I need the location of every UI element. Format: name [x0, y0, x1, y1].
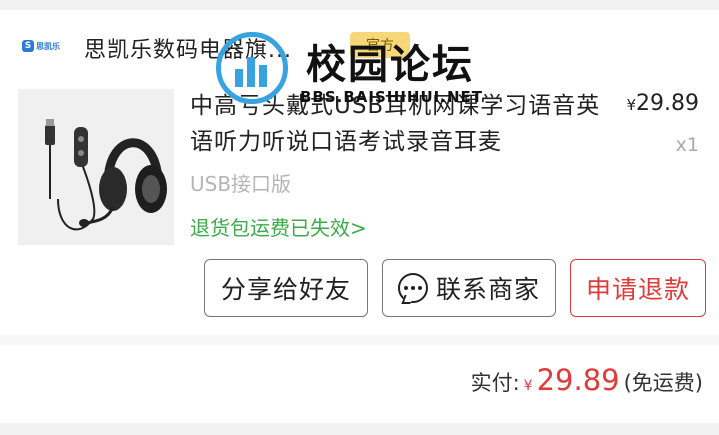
headset-image: [18, 89, 174, 245]
price-value: 29.89: [636, 91, 699, 116]
amount-paid-label: 实付:: [470, 371, 520, 395]
store-logo[interactable]: S 思凯乐: [22, 37, 62, 55]
contact-seller-label: 联系商家: [435, 275, 540, 304]
amount-currency: ¥: [523, 378, 533, 394]
amount-value: 29.89: [536, 363, 620, 397]
item-price: ¥29.89: [626, 91, 699, 116]
contact-seller-button[interactable]: 联系商家: [382, 259, 556, 317]
forum-watermark: 校园论坛 BBS.BAISHIHUI.NET: [210, 30, 510, 115]
item-quantity: x1: [675, 134, 699, 156]
product-thumbnail[interactable]: [18, 89, 174, 245]
shipping-note: (免运费): [623, 371, 703, 395]
section-divider: [0, 335, 719, 345]
store-logo-text: 思凯乐: [36, 41, 60, 51]
page-bottom-gap: [0, 423, 719, 435]
price-currency: ¥: [626, 96, 637, 114]
return-shipping-notice[interactable]: 退货包运费已失效>: [190, 212, 367, 241]
watermark-subtitle: BBS.BAISHIHUI.NET: [300, 88, 483, 106]
watermark-logo: [216, 32, 288, 104]
watermark-title: 校园论坛: [306, 42, 474, 88]
amount-paid: 实付: ¥ 29.89 (免运费): [471, 363, 703, 397]
chat-icon: [397, 273, 428, 303]
share-button[interactable]: 分享给好友: [204, 259, 368, 317]
refund-button[interactable]: 申请退款: [570, 259, 706, 317]
store-logo-icon: S: [22, 40, 34, 52]
product-variant: USB接口版: [190, 172, 292, 196]
